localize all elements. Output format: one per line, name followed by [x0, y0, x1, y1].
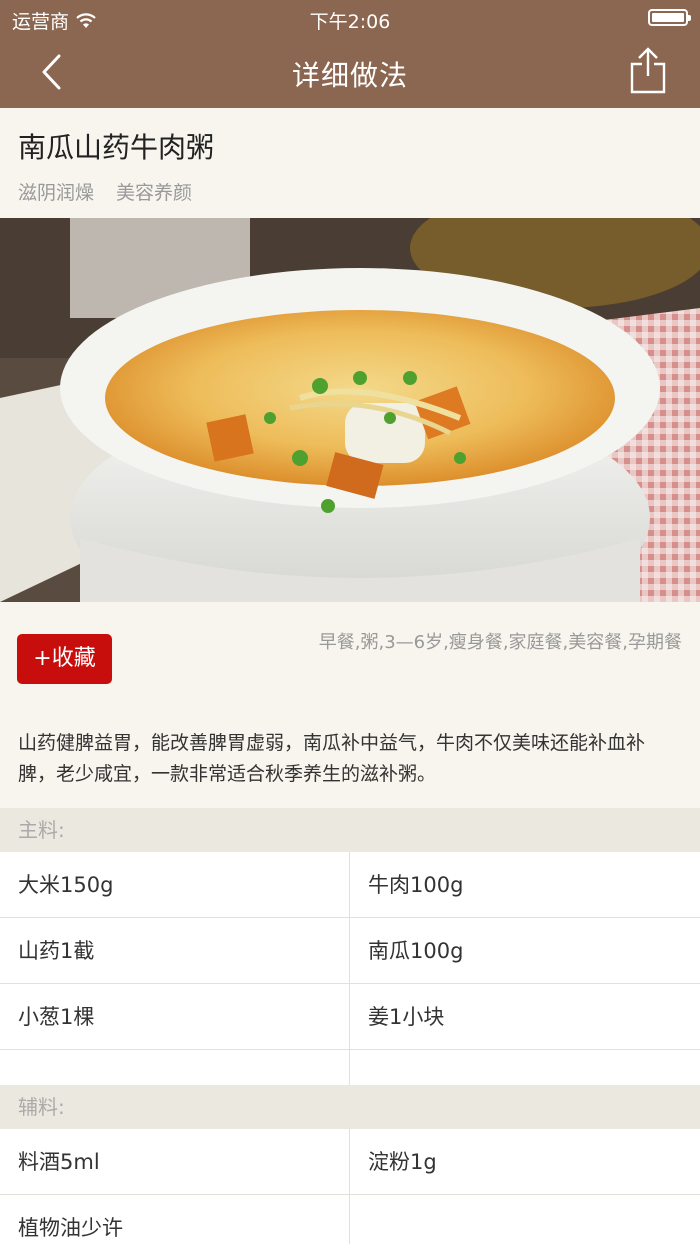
page-title: 详细做法	[291, 59, 408, 92]
ingredient-item-empty	[0, 1050, 350, 1085]
recipe-title: 南瓜山药牛肉粥	[18, 131, 215, 164]
recipe-tags: 滋阴润燥 美容养颜	[18, 178, 192, 205]
main-ingredients-heading: 主料:	[0, 808, 700, 852]
tag: 滋阴润燥	[18, 182, 95, 204]
recipe-meta: +收藏 早餐,粥,3—6岁,瘦身餐,家庭餐,美容餐,孕期餐	[0, 602, 700, 714]
ingredient-row: 植物油少许	[0, 1195, 700, 1244]
ingredient-item: 姜1小块	[368, 1005, 445, 1029]
ingredient-row: 山药1截 南瓜100g	[0, 918, 700, 984]
share-button[interactable]	[626, 46, 670, 96]
ingredient-row: 大米150g 牛肉100g	[0, 852, 700, 918]
ingredient-item: 淀粉1g	[368, 1150, 437, 1174]
ingredient-row: 小葱1棵 姜1小块	[0, 984, 700, 1050]
status-bar: 运营商 下午2:06	[0, 0, 700, 36]
ingredient-item: 山药1截	[0, 918, 350, 983]
ingredient-item-empty	[350, 1050, 700, 1085]
favorite-button[interactable]: +收藏	[17, 634, 112, 684]
tag: 美容养颜	[116, 182, 193, 204]
ingredient-row: 料酒5ml 淀粉1g	[0, 1129, 700, 1195]
clock: 下午2:06	[309, 11, 391, 33]
recipe-categories: 早餐,粥,3—6岁,瘦身餐,家庭餐,美容餐,孕期餐	[318, 632, 682, 653]
recipe-header: 南瓜山药牛肉粥 滋阴润燥 美容养颜	[0, 108, 700, 218]
ingredient-item: 大米150g	[0, 852, 350, 917]
ingredient-item: 小葱1棵	[0, 984, 350, 1049]
ingredient-item: 植物油少许	[0, 1195, 350, 1244]
ingredient-row-empty	[0, 1050, 700, 1086]
share-icon	[630, 47, 666, 94]
dish-photo	[0, 218, 700, 602]
ingredient-item-empty	[350, 1195, 700, 1244]
ingredient-item: 牛肉100g	[368, 873, 464, 897]
battery-icon	[648, 9, 691, 26]
recipe-description: 山药健脾益胃，能改善脾胃虚弱，南瓜补中益气，牛肉不仅美味还能补血补脾，老少咸宜，…	[18, 732, 646, 785]
aux-ingredients-heading: 辅料:	[0, 1085, 700, 1129]
main-ingredients-grid: 大米150g 牛肉100g 山药1截 南瓜100g 小葱1棵 姜1小块	[0, 852, 700, 1086]
ingredient-item: 南瓜100g	[368, 939, 464, 963]
aux-ingredients-grid: 料酒5ml 淀粉1g 植物油少许	[0, 1129, 700, 1244]
nav-bar: 详细做法	[0, 36, 700, 108]
ingredient-item: 料酒5ml	[0, 1129, 350, 1194]
